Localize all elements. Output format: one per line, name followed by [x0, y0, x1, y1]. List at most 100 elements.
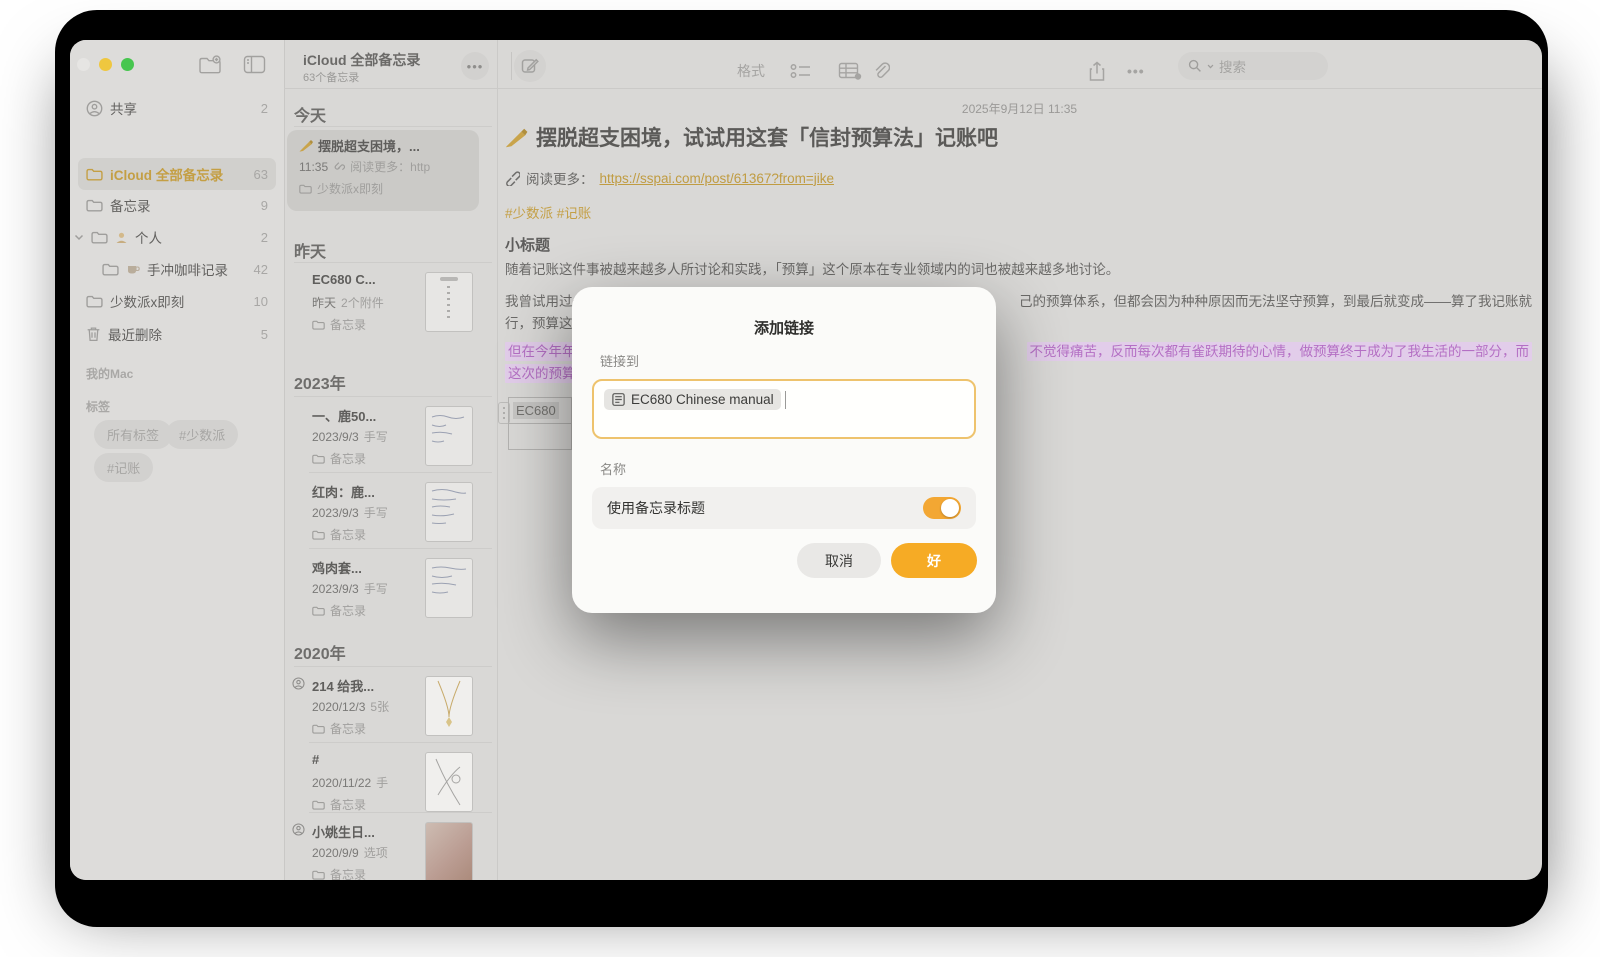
list-item[interactable]: 一、鹿50... 2023/9/3 手写 备忘录 — [287, 400, 479, 470]
name-label: 名称 — [600, 459, 626, 478]
list-item[interactable]: 红肉：鹿... 2023/9/3 手写 备忘录 — [287, 476, 479, 546]
chevron-down-icon — [1207, 64, 1214, 69]
link-icon — [333, 161, 345, 173]
note-link[interactable]: https://sspai.com/post/61367?from=jike — [600, 171, 835, 186]
toggle-sidebar-icon[interactable] — [243, 55, 266, 74]
table-icon[interactable] — [838, 57, 862, 85]
folder-icon — [299, 184, 312, 194]
note-thumbnail-photo — [425, 822, 473, 880]
text-cursor — [785, 391, 787, 409]
use-note-title-label: 使用备忘录标题 — [607, 498, 705, 518]
sidebar-item-coffee-log[interactable]: 手冲咖啡记录 42 — [94, 255, 276, 283]
tag-pill-jizhang[interactable]: #记账 — [94, 453, 153, 482]
sidebar-item-all-notes[interactable]: iCloud 全部备忘录 63 — [78, 158, 276, 190]
sidebar-item-recently-deleted[interactable]: 最近删除 5 — [78, 320, 276, 348]
shared-person-icon — [292, 677, 305, 690]
link-to-label: 链接到 — [600, 351, 639, 370]
group-header: 2023年 — [294, 370, 346, 394]
shared-person-icon — [292, 823, 305, 836]
writing-hand-icon — [299, 139, 314, 152]
sidebar-item-label: iCloud 全部备忘录 — [110, 164, 223, 184]
link-icon — [505, 171, 520, 186]
list-item[interactable]: EC680 C... 昨天 2个附件 备忘录 — [287, 266, 479, 340]
search-icon — [1188, 59, 1202, 73]
folder-icon — [312, 320, 325, 330]
search-input[interactable]: 搜索 — [1178, 52, 1328, 80]
note-paragraph-fragment: 行，预算这 — [505, 312, 573, 332]
table-cell[interactable]: EC680 — [508, 397, 572, 424]
sidebar-item-label: 共享 — [110, 98, 137, 118]
list-more-button[interactable]: ••• — [461, 52, 489, 80]
folder-icon — [312, 454, 325, 464]
highlighted-text-fragment: 不觉得痛苦，反而每次都有雀跃期待的心情，做预算终于成为了我生活的一部分，而 — [1027, 340, 1533, 360]
coffee-emoji-icon — [126, 263, 140, 275]
trash-icon — [86, 326, 101, 342]
compose-note-button[interactable] — [514, 50, 546, 82]
sidebar-item-personal[interactable]: 个人 2 — [70, 223, 276, 251]
group-header: 今天 — [294, 102, 326, 126]
read-more-label: 阅读更多： — [526, 168, 594, 188]
note-thumbnail-necklace — [425, 676, 473, 736]
list-header-title: iCloud 全部备忘录 — [303, 50, 420, 70]
list-item-selected[interactable]: 摆脱超支困境，... 11:35 阅读更多：http 少数派x即刻 — [287, 130, 479, 211]
highlighted-text-fragment: 但在今年年 — [505, 340, 579, 360]
notes-list: iCloud 全部备忘录 63个备忘录 ••• 今天 摆脱超支困境，... 11… — [284, 40, 498, 880]
folder-icon — [102, 263, 119, 276]
folder-icon — [312, 724, 325, 734]
folder-icon — [312, 606, 325, 616]
sidebar-item-label: 少数派x即刻 — [110, 291, 184, 311]
folder-icon — [312, 800, 325, 810]
tag-pill-sspai[interactable]: #少数派 — [166, 420, 238, 449]
folder-icon — [312, 530, 325, 540]
tag-pill-all[interactable]: 所有标签 — [94, 420, 172, 449]
list-item[interactable]: # 2020/11/22 手 备忘录 — [287, 746, 479, 812]
sidebar-item-label: 最近删除 — [108, 324, 162, 344]
attachment-paperclip-icon[interactable] — [872, 57, 890, 85]
linked-note-token[interactable]: EC680 Chinese manual — [604, 389, 781, 410]
note-thumbnail-document — [425, 272, 473, 332]
format-button[interactable]: 格式 — [737, 57, 765, 85]
chevron-down-icon[interactable] — [74, 234, 84, 241]
item-count: 63 — [254, 167, 268, 182]
checklist-icon[interactable] — [790, 57, 812, 85]
person-emoji-icon — [115, 231, 128, 244]
ok-button[interactable]: 好 — [891, 543, 977, 578]
sidebar-item-label: 个人 — [135, 227, 162, 247]
sidebar-item-sspai-jike[interactable]: 少数派x即刻 10 — [78, 287, 276, 315]
note-thumbnail-sketch — [425, 752, 473, 812]
item-count: 5 — [261, 327, 268, 342]
item-count: 2 — [261, 101, 268, 116]
zoom-button[interactable] — [121, 58, 134, 71]
note-paragraph-fragment: 己的预算体系，但都会因为种种原因而无法坚守预算，到最后就变成——算了我记账就 — [1019, 290, 1532, 310]
sidebar-item-shared[interactable]: 共享 2 — [78, 94, 276, 122]
cancel-button[interactable]: 取消 — [797, 543, 881, 578]
list-item[interactable]: 鸡肉套... 2023/9/3 手写 备忘录 — [287, 552, 479, 622]
note-thumbnail-handwriting — [425, 406, 473, 466]
list-item[interactable]: 小姚生日... 2020/9/9 选项 备忘录 — [287, 816, 479, 880]
note-thumbnail-handwriting — [425, 558, 473, 618]
close-button[interactable] — [77, 58, 90, 71]
person-circle-icon — [86, 100, 103, 117]
list-item[interactable]: 214 给我... 2020/12/3 5张 备忘录 — [287, 670, 479, 740]
note-table[interactable]: EC680 — [508, 397, 572, 450]
note-title: 摆脱超支困境，试试用这套「信封预算法」记账吧 — [505, 122, 998, 152]
new-folder-icon[interactable] — [198, 55, 222, 75]
group-header: 2020年 — [294, 640, 346, 664]
link-target-input[interactable]: EC680 Chinese manual — [592, 379, 976, 439]
more-button[interactable]: ••• — [1127, 57, 1145, 85]
share-icon[interactable] — [1088, 57, 1106, 85]
use-note-title-toggle[interactable] — [923, 497, 961, 519]
table-cell[interactable] — [508, 423, 572, 450]
note-tags[interactable]: #少数派 #记账 — [505, 202, 591, 222]
note-subheading: 小标题 — [505, 234, 550, 255]
sidebar-item-notes[interactable]: 备忘录 9 — [78, 191, 276, 219]
folder-icon — [312, 870, 325, 880]
add-link-dialog: 添加链接 链接到 EC680 Chinese manual 名称 使用备忘录标题… — [572, 287, 996, 613]
search-placeholder: 搜索 — [1219, 56, 1246, 76]
folder-icon — [91, 231, 108, 244]
minimize-button[interactable] — [99, 58, 112, 71]
note-paragraph: 随着记账这件事被越来越多人所讨论和实践，「预算」这个原本在专业领域内的词也被越来… — [505, 258, 1119, 278]
sidebar-item-label: 备忘录 — [110, 195, 151, 215]
folder-icon — [86, 199, 103, 212]
note-document-icon — [611, 392, 626, 407]
